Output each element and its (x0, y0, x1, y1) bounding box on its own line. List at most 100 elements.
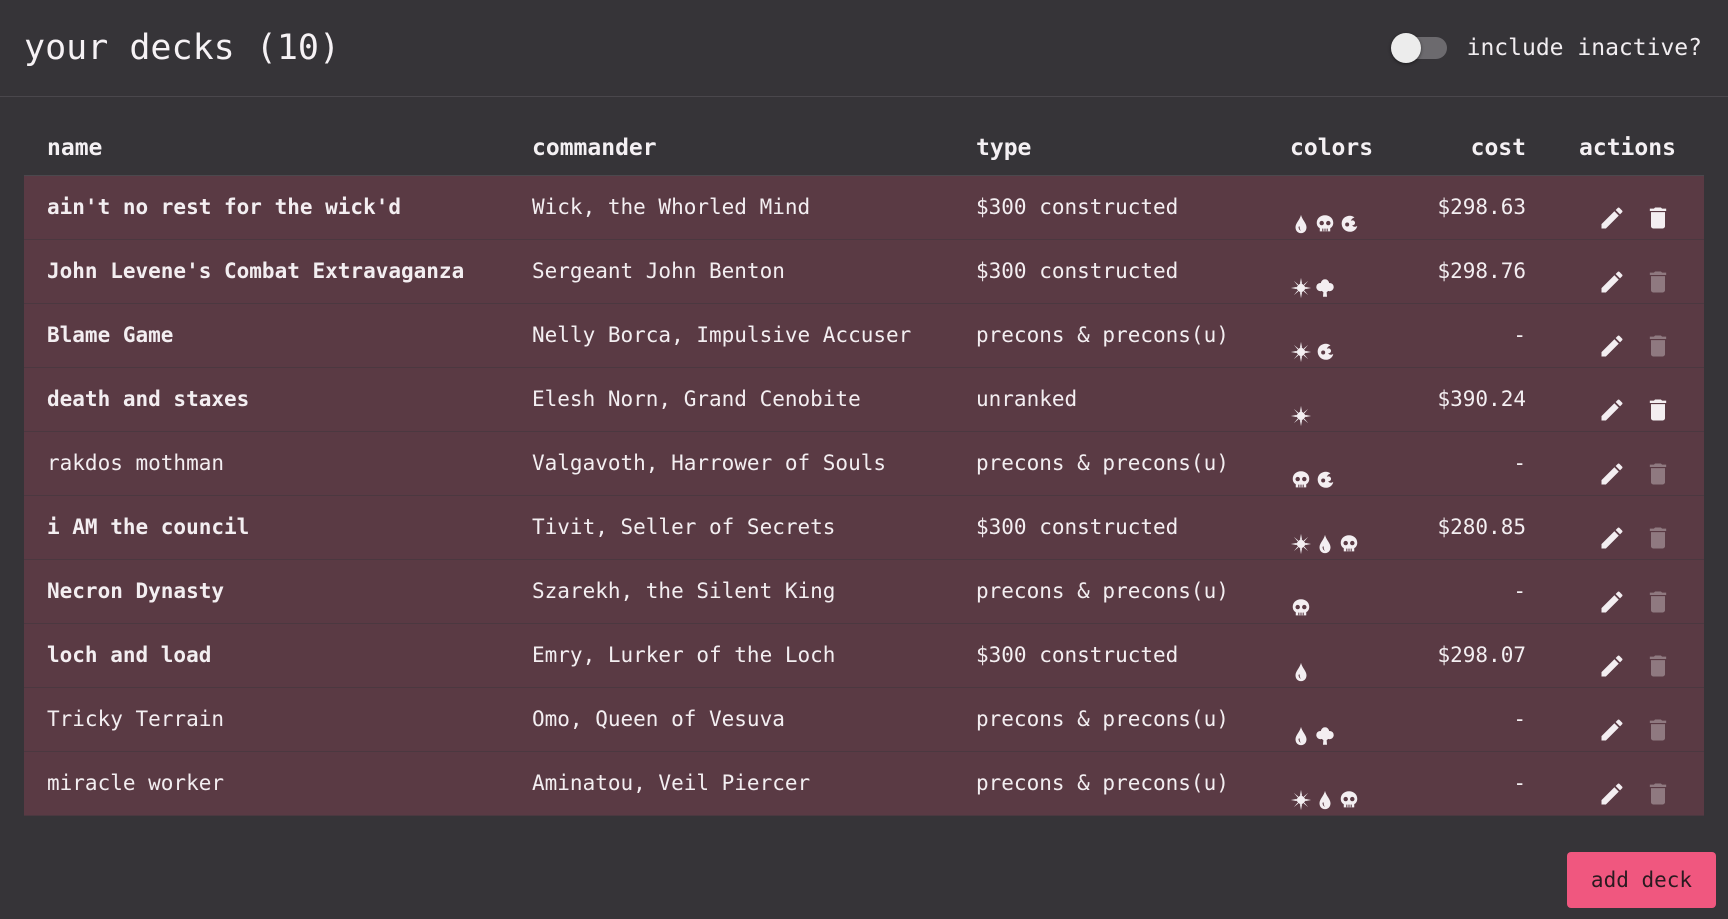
black-mana-icon (1338, 773, 1360, 807)
table-row[interactable]: loch and load Emry, Lurker of the Loch $30… (24, 624, 1704, 688)
deck-name[interactable]: John Levene's Combat Extravaganza (47, 240, 464, 303)
table-header: name commander type colors cost actions (24, 124, 1704, 176)
delete-trash-icon[interactable] (1644, 386, 1672, 420)
deck-cost: - (1513, 451, 1526, 475)
deck-cost: $298.76 (1437, 259, 1526, 283)
deck-type: precons & precons(u) (976, 579, 1229, 603)
column-header-cost[interactable]: cost (1471, 134, 1526, 162)
table-row[interactable]: i AM the council Tivit, Seller of Secrets… (24, 496, 1704, 560)
table-row[interactable]: miracle worker Aminatou, Veil Piercer prec… (24, 752, 1704, 816)
deck-actions (1598, 624, 1672, 687)
deck-commander: Szarekh, the Silent King (532, 579, 836, 603)
white-mana-icon (1290, 517, 1312, 554)
deck-cost: - (1513, 707, 1526, 731)
include-inactive-label: include inactive? (1466, 35, 1702, 61)
table-row[interactable]: Tricky Terrain Omo, Queen of Vesuva precon… (24, 688, 1704, 752)
add-deck-button[interactable]: add deck (1567, 852, 1716, 908)
table-row[interactable]: John Levene's Combat Extravaganza Sergean… (24, 240, 1704, 304)
deck-actions (1598, 496, 1672, 559)
deck-name[interactable]: miracle worker (47, 752, 224, 815)
blue-mana-icon (1290, 645, 1312, 681)
edit-pencil-icon[interactable] (1598, 386, 1626, 420)
deck-actions (1598, 176, 1672, 239)
deck-commander: Omo, Queen of Vesuva (532, 707, 785, 731)
edit-pencil-icon[interactable] (1598, 514, 1626, 548)
edit-pencil-icon[interactable] (1598, 450, 1626, 484)
edit-pencil-icon[interactable] (1598, 706, 1626, 740)
table-row[interactable]: rakdos mothman Valgavoth, Harrower of Sou… (24, 432, 1704, 496)
black-mana-icon (1290, 453, 1312, 487)
red-mana-icon (1338, 197, 1360, 232)
deck-name[interactable]: death and staxes (47, 368, 249, 431)
deck-type: $300 constructed (976, 259, 1179, 283)
deck-colors (1290, 240, 1336, 303)
deck-actions (1598, 240, 1672, 303)
blue-mana-icon (1314, 517, 1336, 553)
delete-trash-icon (1644, 258, 1672, 292)
deck-name[interactable]: Tricky Terrain (47, 688, 224, 751)
table-row[interactable]: Necron Dynasty Szarekh, the Silent King pr… (24, 560, 1704, 624)
deck-name[interactable]: i AM the council (47, 496, 249, 559)
deck-commander: Wick, the Whorled Mind (532, 195, 811, 219)
table-row[interactable]: death and staxes Elesh Norn, Grand Cenobi… (24, 368, 1704, 432)
deck-actions (1598, 688, 1672, 751)
deck-actions (1598, 304, 1672, 367)
deck-cost: $280.85 (1437, 515, 1526, 539)
table-row[interactable]: ain't no rest for the wick'd Wick, the Wh… (24, 176, 1704, 240)
deck-name[interactable]: Blame Game (47, 304, 173, 367)
app: your decks (10) include inactive? name c… (0, 0, 1728, 919)
delete-trash-icon (1644, 322, 1672, 356)
column-header-commander[interactable]: commander (532, 134, 657, 162)
deck-cost: $390.24 (1437, 387, 1526, 411)
deck-colors (1290, 688, 1336, 751)
black-mana-icon (1338, 517, 1360, 551)
white-mana-icon (1290, 261, 1312, 298)
delete-trash-icon (1644, 578, 1672, 612)
deck-cost: - (1513, 323, 1526, 347)
edit-pencil-icon[interactable] (1598, 258, 1626, 292)
delete-trash-icon (1644, 450, 1672, 484)
header: your decks (10) include inactive? (0, 0, 1728, 97)
delete-trash-icon (1644, 770, 1672, 804)
deck-cost: $298.07 (1437, 643, 1526, 667)
column-header-actions: actions (1579, 135, 1676, 161)
deck-commander: Emry, Lurker of the Loch (532, 643, 836, 667)
deck-name[interactable]: loch and load (47, 624, 211, 687)
edit-pencil-icon[interactable] (1598, 322, 1626, 356)
deck-name[interactable]: ain't no rest for the wick'd (47, 176, 401, 239)
decks-table: name commander type colors cost actions … (24, 124, 1704, 816)
column-header-colors[interactable]: colors (1290, 134, 1373, 162)
edit-pencil-icon[interactable] (1598, 770, 1626, 804)
green-mana-icon (1314, 261, 1336, 297)
deck-name[interactable]: Necron Dynasty (47, 560, 224, 623)
toggle-knob (1390, 33, 1421, 63)
table-body: ain't no rest for the wick'd Wick, the Wh… (24, 176, 1704, 816)
deck-commander: Tivit, Seller of Secrets (532, 515, 836, 539)
table-row[interactable]: Blame Game Nelly Borca, Impulsive Accuser… (24, 304, 1704, 368)
deck-colors (1290, 752, 1360, 815)
red-mana-icon (1314, 325, 1336, 360)
edit-pencil-icon[interactable] (1598, 578, 1626, 612)
deck-cost: - (1513, 579, 1526, 603)
delete-trash-icon[interactable] (1644, 194, 1672, 228)
column-header-type[interactable]: type (976, 134, 1031, 162)
deck-type: unranked (976, 387, 1078, 411)
deck-actions (1598, 432, 1672, 495)
edit-pencil-icon[interactable] (1598, 642, 1626, 676)
deck-cost: $298.63 (1437, 195, 1526, 219)
include-inactive-toggle-group: include inactive? (1390, 32, 1702, 64)
column-header-name[interactable]: name (47, 134, 102, 162)
page-title: your decks (10) (24, 28, 341, 68)
deck-colors (1290, 624, 1312, 687)
include-inactive-toggle[interactable] (1390, 33, 1447, 63)
deck-type: precons & precons(u) (976, 707, 1229, 731)
deck-colors (1290, 560, 1312, 623)
deck-type: precons & precons(u) (976, 451, 1229, 475)
deck-actions (1598, 368, 1672, 431)
edit-pencil-icon[interactable] (1598, 194, 1626, 228)
deck-colors (1290, 432, 1336, 495)
deck-name[interactable]: rakdos mothman (47, 432, 224, 495)
delete-trash-icon (1644, 706, 1672, 740)
deck-type: precons & precons(u) (976, 771, 1229, 795)
green-mana-icon (1314, 709, 1336, 745)
